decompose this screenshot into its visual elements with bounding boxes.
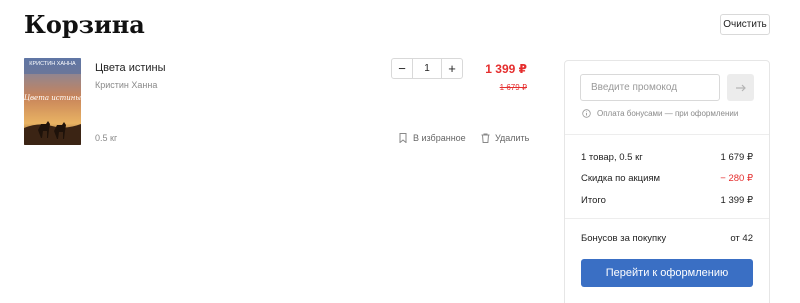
item-title[interactable]: Цвета истины	[95, 62, 166, 74]
items-value: 1 679 ₽	[720, 152, 753, 163]
items-label: 1 товар, 0.5 кг	[581, 152, 643, 163]
quantity-value[interactable]: 1	[412, 59, 442, 78]
trash-icon	[480, 132, 490, 143]
discount-label: Скидка по акциям	[581, 173, 661, 184]
info-icon	[582, 109, 591, 118]
arrow-right-icon	[735, 79, 746, 97]
increment-button[interactable]: +	[442, 59, 462, 78]
total-value: 1 399 ₽	[720, 195, 753, 206]
bonus-label: Бонусов за покупку	[581, 233, 667, 244]
item-weight: 0.5 кг	[95, 133, 118, 143]
cover-author-text: КРИСТИН ХАННА	[29, 61, 76, 67]
add-to-favorites-button[interactable]: В избранное	[398, 132, 466, 143]
quantity-stepper: − 1 +	[391, 58, 463, 79]
clear-cart-button[interactable]: Очистить	[720, 14, 770, 35]
summary-items-row: 1 товар, 0.5 кг 1 679 ₽	[581, 152, 753, 163]
bonus-note-text: Оплата бонусами — при оформлении	[597, 109, 739, 118]
cover-title-text: Цвета истины	[24, 94, 81, 102]
order-summary-panel: Введите промокод Оплата бонусами — при о…	[564, 60, 770, 303]
divider	[565, 218, 769, 219]
bookmark-icon	[398, 132, 408, 143]
summary-bonus-row: Бонусов за покупку от 42	[581, 233, 753, 244]
item-author[interactable]: Кристин Ханна	[95, 80, 157, 90]
delete-item-button[interactable]: Удалить	[480, 132, 529, 143]
delete-label: Удалить	[495, 132, 530, 143]
book-cover-image[interactable]: КРИСТИН ХАННА Цвета истины	[24, 58, 81, 145]
checkout-button[interactable]: Перейти к оформлению	[581, 259, 753, 287]
price-current: 1 399 ₽	[485, 62, 527, 76]
favorites-label: В избранное	[413, 132, 466, 143]
plus-icon: +	[448, 61, 456, 76]
summary-total-row: Итого 1 399 ₽	[581, 195, 753, 206]
promo-code-input[interactable]: Введите промокод	[580, 74, 720, 101]
page-title: Корзина	[24, 10, 145, 39]
bonus-payment-note: Оплата бонусами — при оформлении	[582, 109, 738, 118]
price-old: 1 679 ₽	[499, 83, 527, 92]
summary-discount-row: Скидка по акциям − 280 ₽	[581, 173, 753, 184]
minus-icon: −	[398, 61, 406, 76]
total-label: Итого	[581, 195, 606, 206]
discount-value: − 280 ₽	[720, 173, 753, 184]
divider	[565, 134, 769, 135]
bonus-value: от 42	[730, 233, 753, 244]
apply-promo-button[interactable]	[727, 74, 754, 101]
decrement-button[interactable]: −	[392, 59, 412, 78]
